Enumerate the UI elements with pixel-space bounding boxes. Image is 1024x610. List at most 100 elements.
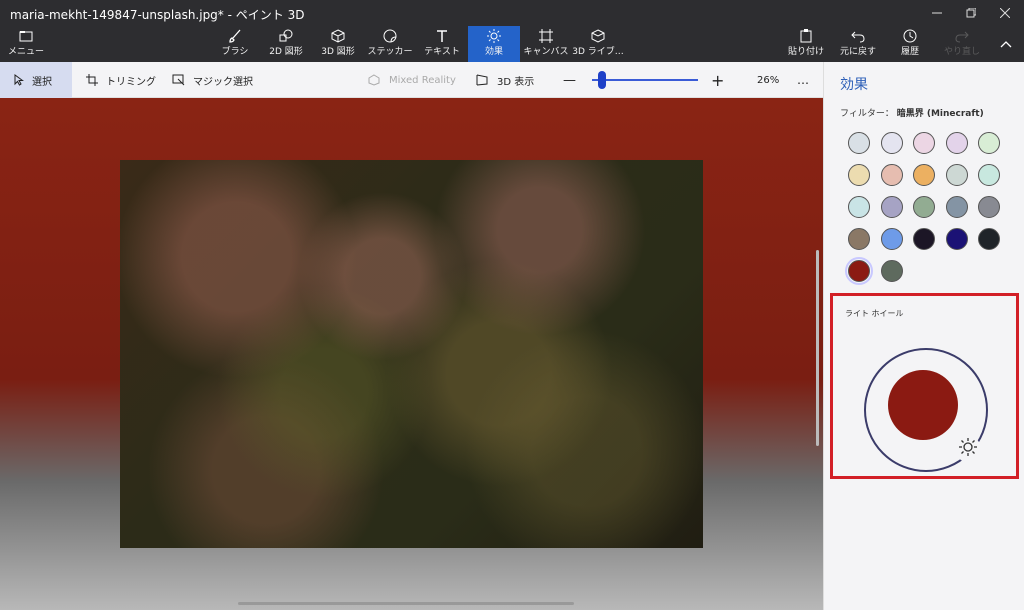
brush-icon bbox=[228, 26, 242, 46]
canvas-icon bbox=[539, 26, 553, 46]
ribbon: メニュー ブラシ 2D 図形 3D 図形 ステッカー テキスト 効果 キャンバス… bbox=[0, 26, 1024, 62]
tool-text[interactable]: テキスト bbox=[422, 26, 462, 62]
more-options-button[interactable]: … bbox=[797, 62, 809, 98]
filter-swatch[interactable] bbox=[913, 132, 935, 154]
tool-2d-shapes[interactable]: 2D 図形 bbox=[266, 26, 306, 62]
filter-swatch[interactable] bbox=[913, 164, 935, 186]
sun-icon bbox=[487, 26, 501, 46]
filter-swatch[interactable] bbox=[880, 132, 903, 154]
history-icon bbox=[903, 26, 917, 46]
tool-canvas[interactable]: キャンバス bbox=[523, 26, 569, 62]
folder-icon bbox=[19, 26, 33, 46]
light-color-disc bbox=[888, 370, 958, 440]
menu-button[interactable]: メニュー bbox=[8, 26, 44, 62]
light-wheel-section: ライト ホイール bbox=[830, 293, 1019, 479]
magic-select-icon bbox=[172, 74, 185, 86]
filter-swatch[interactable] bbox=[880, 196, 903, 218]
tool-label: 2D 図形 bbox=[269, 47, 303, 57]
canvas-image[interactable] bbox=[120, 160, 703, 548]
filter-swatch[interactable] bbox=[848, 196, 870, 218]
toolbar: 選択 トリミング マジック選択 Mixed Reality 3D 表示 — + … bbox=[0, 62, 823, 98]
paste-icon bbox=[799, 26, 813, 46]
filter-swatch[interactable] bbox=[848, 164, 870, 186]
zoom-out-button[interactable]: — bbox=[563, 62, 576, 98]
undo-button[interactable]: 元に戻す bbox=[838, 26, 878, 62]
filter-swatch[interactable] bbox=[913, 228, 935, 250]
collapse-ribbon-button[interactable] bbox=[994, 26, 1018, 62]
undo-label: 元に戻す bbox=[839, 47, 876, 57]
sticker-icon bbox=[383, 26, 397, 46]
tool-3d-library[interactable]: 3D ライブ… bbox=[572, 26, 624, 62]
select-button[interactable]: 選択 bbox=[0, 62, 72, 98]
filter-swatch[interactable] bbox=[880, 260, 903, 282]
mixed-reality-icon bbox=[368, 74, 381, 86]
select-label: 選択 bbox=[32, 76, 52, 88]
light-wheel-label: ライト ホイール bbox=[845, 309, 904, 318]
filter-swatch[interactable] bbox=[845, 257, 873, 285]
library-3d-icon bbox=[591, 26, 605, 46]
filter-swatch[interactable] bbox=[848, 228, 870, 250]
filter-swatch[interactable] bbox=[978, 164, 1000, 186]
filter-swatch[interactable] bbox=[978, 132, 1000, 154]
zoom-slider-track[interactable] bbox=[592, 79, 698, 81]
filter-prefix: フィルター： bbox=[840, 109, 894, 119]
tool-label: 3D 図形 bbox=[321, 47, 355, 57]
filter-swatch[interactable] bbox=[945, 196, 968, 218]
tool-brush[interactable]: ブラシ bbox=[217, 26, 253, 62]
tool-stickers[interactable]: ステッカー bbox=[367, 26, 413, 62]
zoom-value: 26% bbox=[757, 74, 780, 86]
tool-label: 効果 bbox=[484, 47, 503, 57]
filter-swatch[interactable] bbox=[945, 164, 968, 186]
undo-icon bbox=[851, 26, 865, 46]
paste-label: 貼り付け bbox=[787, 47, 824, 57]
canvas-area[interactable] bbox=[0, 98, 823, 610]
sun-icon bbox=[958, 437, 978, 461]
filter-swatch[interactable] bbox=[978, 196, 1000, 218]
filter-swatch[interactable] bbox=[978, 228, 1000, 250]
text-icon bbox=[435, 26, 449, 46]
filter-swatch[interactable] bbox=[880, 164, 903, 186]
zoom-in-button[interactable]: + bbox=[711, 62, 724, 98]
filter-swatch[interactable] bbox=[945, 132, 968, 154]
redo-button[interactable]: やり直し bbox=[942, 26, 982, 62]
light-handle[interactable] bbox=[955, 436, 981, 462]
paste-button[interactable]: 貼り付け bbox=[786, 26, 826, 62]
tool-label: キャンバス bbox=[523, 47, 569, 57]
history-button[interactable]: 履歴 bbox=[890, 26, 930, 62]
mixed-reality-button[interactable]: Mixed Reality bbox=[368, 62, 456, 98]
tool-3d-shapes[interactable]: 3D 図形 bbox=[318, 26, 358, 62]
view-3d-button[interactable]: 3D 表示 bbox=[476, 62, 534, 98]
history-label: 履歴 bbox=[900, 47, 919, 57]
tool-label: ステッカー bbox=[367, 47, 413, 57]
magic-select-label: マジック選択 bbox=[193, 76, 253, 88]
cursor-icon bbox=[14, 74, 24, 86]
filter-swatch[interactable] bbox=[945, 228, 968, 250]
zoom-slider-thumb[interactable] bbox=[598, 71, 606, 89]
shapes-2d-icon bbox=[279, 26, 293, 46]
mixed-reality-label: Mixed Reality bbox=[389, 74, 456, 86]
window-title: maria-mekht-149847-unsplash.jpg* - ペイント … bbox=[10, 8, 305, 22]
redo-label: やり直し bbox=[943, 47, 980, 57]
chevron-up-icon bbox=[1000, 26, 1012, 62]
crop-button[interactable]: トリミング bbox=[86, 62, 156, 98]
filter-swatch[interactable] bbox=[913, 196, 935, 218]
redo-icon bbox=[955, 26, 969, 46]
title-bar: maria-mekht-149847-unsplash.jpg* - ペイント … bbox=[0, 0, 1024, 26]
cube-icon bbox=[331, 26, 345, 46]
tool-label: ブラシ bbox=[221, 47, 249, 57]
filter-swatch[interactable] bbox=[880, 228, 903, 250]
minimize-button[interactable] bbox=[922, 3, 952, 23]
horizontal-scrollbar[interactable] bbox=[238, 602, 574, 605]
vertical-scrollbar[interactable] bbox=[816, 250, 819, 446]
restore-button[interactable] bbox=[956, 3, 986, 23]
crop-icon bbox=[86, 74, 98, 86]
effects-panel: 効果 フィルター： 暗黒界 (Minecraft) ライト ホイール bbox=[823, 62, 1024, 610]
tool-effects[interactable]: 効果 bbox=[468, 26, 520, 62]
tool-label: テキスト bbox=[424, 47, 460, 57]
filter-swatch[interactable] bbox=[848, 132, 870, 154]
magic-select-button[interactable]: マジック選択 bbox=[172, 62, 253, 98]
close-button[interactable] bbox=[990, 3, 1020, 23]
filter-name: 暗黒界 (Minecraft) bbox=[896, 109, 984, 119]
crop-label: トリミング bbox=[106, 76, 156, 88]
menu-label: メニュー bbox=[8, 47, 45, 57]
